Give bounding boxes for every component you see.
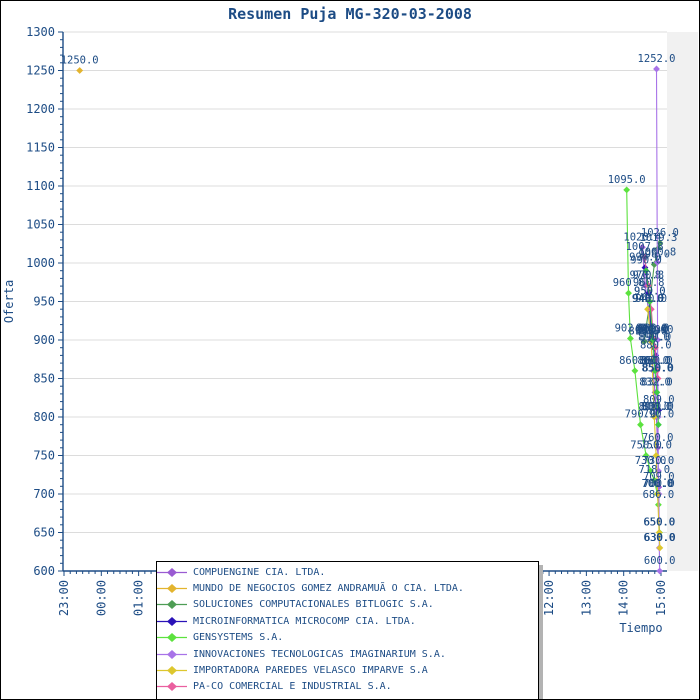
x-axis-title: Tiempo xyxy=(619,621,662,635)
legend-marker-icon xyxy=(157,649,187,660)
legend-item-label: INNOVACIONES TECNOLOGICAS IMAGINARIUM S.… xyxy=(193,649,446,660)
data-point-marker xyxy=(653,66,660,73)
point-value-label: 832.0 xyxy=(641,376,673,388)
x-tick-label: 15:00 xyxy=(654,580,668,616)
legend-item-label: GENSYSTEMS S.A. xyxy=(193,632,283,643)
legend-item: INNOVACIONES TECNOLOGICAS IMAGINARIUM S.… xyxy=(157,646,538,662)
y-tick-label: 1100 xyxy=(26,179,55,193)
y-tick-label: 1050 xyxy=(26,218,55,232)
data-point-marker xyxy=(656,545,663,552)
auction-bid-chart: Resumen Puja MG-320-03-2008 600650700750… xyxy=(0,0,700,700)
point-value-label: 600.0 xyxy=(644,555,676,567)
legend-marker-icon xyxy=(157,632,187,643)
point-value-label: 1252.0 xyxy=(638,53,676,65)
data-point-marker xyxy=(656,568,663,575)
legend-item-label: IMPORTADORA PAREDES VELASCO IMPARVE S.A xyxy=(193,665,428,676)
legend-item: DATAPRO S.A xyxy=(157,695,538,700)
y-axis-title: Oferta xyxy=(2,280,16,323)
y-tick-label: 1300 xyxy=(26,25,55,39)
y-tick-label: 900 xyxy=(33,333,55,347)
point-value-label: 1095.0 xyxy=(608,174,646,186)
y-tick-label: 650 xyxy=(33,526,55,540)
legend-item-label: PA-CO COMERCIAL E INDUSTRIAL S.A. xyxy=(193,681,392,692)
x-tick-label: 12:00 xyxy=(542,580,556,616)
legend-item: MUNDO DE NEGOCIOS GOMEZ ANDRAMUÃ O CIA. … xyxy=(157,580,538,596)
point-value-label: 790.0 xyxy=(643,409,675,421)
data-point-marker xyxy=(637,421,644,428)
point-value-label: 1026.0 xyxy=(641,227,679,239)
y-tick-label: 1150 xyxy=(26,141,55,155)
legend-item-label: MUNDO DE NEGOCIOS GOMEZ ANDRAMUÃ O CIA. … xyxy=(193,583,464,594)
point-value-label: 686.0 xyxy=(643,489,675,501)
x-tick-label: 00:00 xyxy=(94,580,108,616)
y-tick-label: 1000 xyxy=(26,256,55,270)
legend-item: MICROINFORMATICA MICROCOMP CIA. LTDA. xyxy=(157,613,538,629)
point-value-label: 650.0 xyxy=(643,517,675,529)
legend-item: IMPORTADORA PAREDES VELASCO IMPARVE S.A xyxy=(157,662,538,678)
legend-item: COMPUENGINE CIA. LTDA. xyxy=(157,564,538,580)
data-point-marker xyxy=(623,186,630,193)
y-tick-label: 700 xyxy=(33,487,55,501)
legend-item: SOLUCIONES COMPUTACIONALES BITLOGIC S.A. xyxy=(157,597,538,613)
legend-marker-icon xyxy=(157,567,187,578)
legend-item: GENSYSTEMS S.A. xyxy=(157,630,538,646)
point-value-label: 700.0 xyxy=(642,478,674,490)
point-value-label: 860.0 xyxy=(639,355,671,367)
x-tick-label: 14:00 xyxy=(617,580,631,616)
data-point-marker xyxy=(631,367,638,374)
point-value-label: 990.0 xyxy=(630,255,662,267)
point-value-label: 630.0 xyxy=(644,532,676,544)
x-tick-label: 01:00 xyxy=(132,580,146,616)
y-tick-label: 1200 xyxy=(26,102,55,116)
legend-item-label: MICROINFORMATICA MICROCOMP CIA. LTDA. xyxy=(193,616,416,627)
point-value-label: 950.0 xyxy=(634,286,666,298)
data-point-marker xyxy=(76,67,83,74)
legend-marker-icon xyxy=(157,665,187,676)
x-tick-label: 13:00 xyxy=(579,580,593,616)
legend-marker-icon xyxy=(157,681,187,692)
y-tick-label: 750 xyxy=(33,449,55,463)
y-tick-label: 800 xyxy=(33,410,55,424)
legend-item: PA-CO COMERCIAL E INDUSTRIAL S.A. xyxy=(157,679,538,695)
point-value-label: 1007.8 xyxy=(626,241,664,253)
point-value-label: 1250.0 xyxy=(61,55,99,67)
legend-marker-icon xyxy=(157,599,187,610)
legend-item-label: COMPUENGINE CIA. LTDA. xyxy=(193,567,325,578)
point-value-label: 970.8 xyxy=(633,269,665,281)
y-tick-label: 1250 xyxy=(26,64,55,78)
point-value-label: 900.0 xyxy=(637,324,669,336)
y-tick-label: 850 xyxy=(33,372,55,386)
y-tick-label: 600 xyxy=(33,564,55,578)
point-value-label: 730.0 xyxy=(643,455,675,467)
x-tick-label: 23:00 xyxy=(57,580,71,616)
point-value-label: 750.0 xyxy=(640,440,672,452)
data-point-marker xyxy=(655,421,662,428)
legend-marker-icon xyxy=(157,583,187,594)
y-tick-label: 950 xyxy=(33,295,55,309)
legend-marker-icon xyxy=(157,616,187,627)
chart-legend: COMPUENGINE CIA. LTDA. MUNDO DE NEGOCIOS … xyxy=(156,561,539,700)
legend-item-label: SOLUCIONES COMPUTACIONALES BITLOGIC S.A. xyxy=(193,599,434,610)
